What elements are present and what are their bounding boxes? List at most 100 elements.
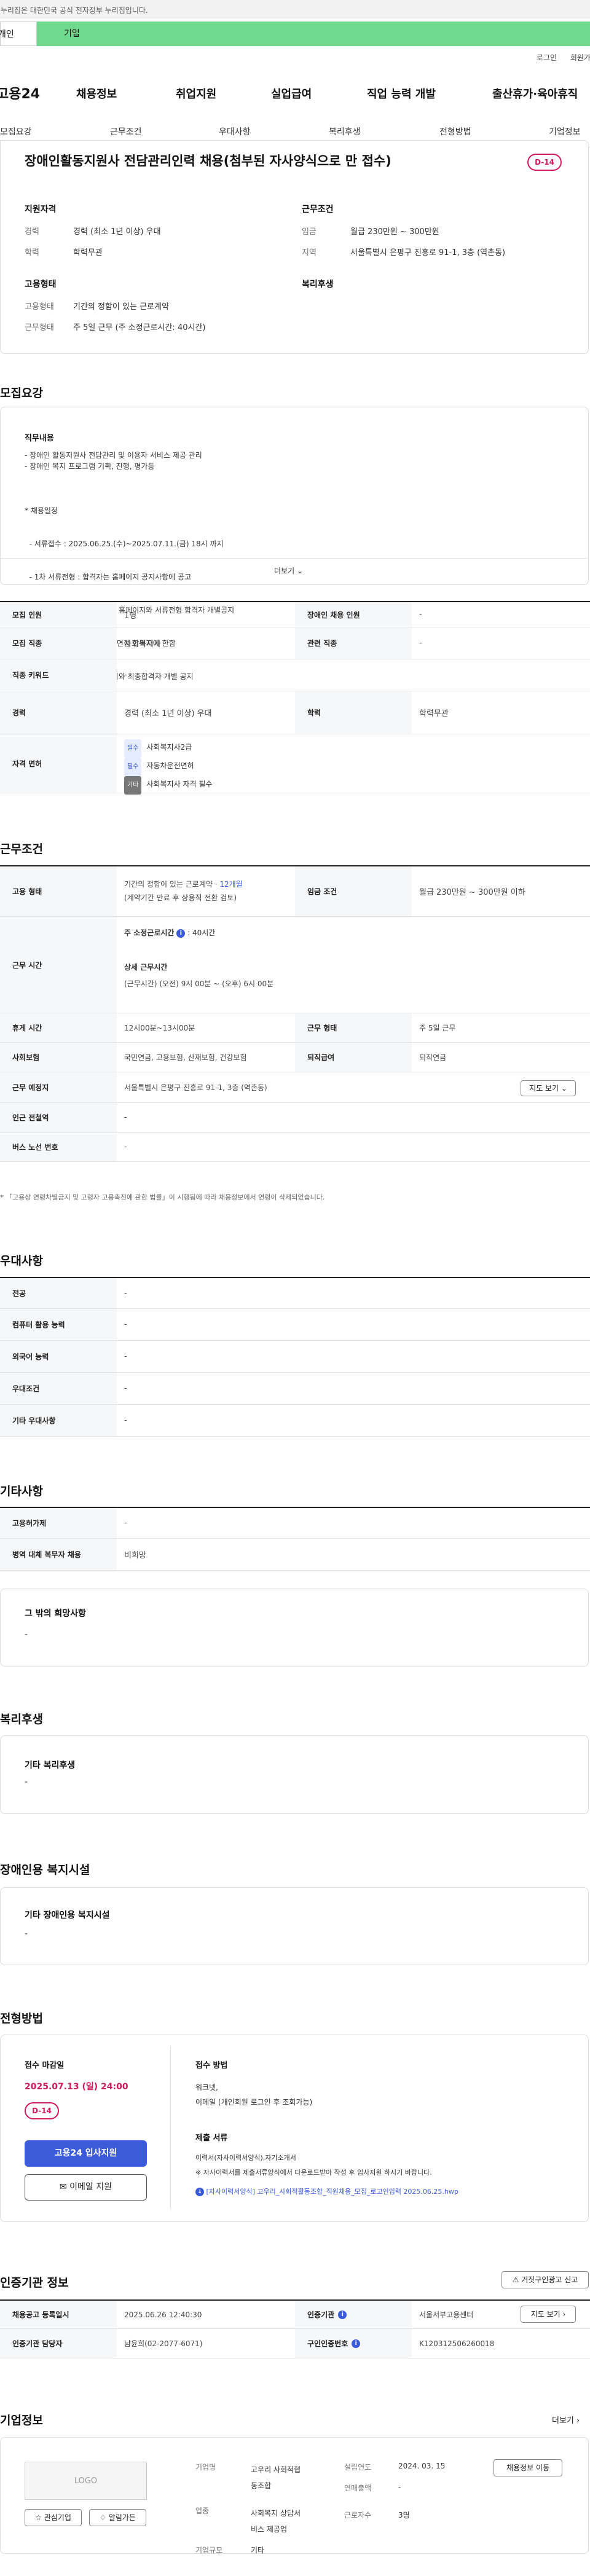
info-icon[interactable]: i [338,2310,347,2319]
snb-recruit[interactable]: 모집요강 [0,125,32,138]
age-note: * 「고용상 연령차별금지 및 고령자 고용촉진에 관한 법률」이 시행됨에 따… [0,1193,325,1201]
site-logo[interactable]: 고용24 [0,83,40,103]
table-row: 버스 노선 번호 - [0,1133,590,1162]
emp-value: 기간의 정함이 있는 근로계약 · 12개월 (계약기간 만료 후 상용직 전환… [124,878,243,905]
gnb-skills[interactable]: 직업 능력 개발 [367,85,436,101]
agency-map-button[interactable]: 지도 보기 › [521,2306,576,2323]
map-button[interactable]: 지도 보기 ⌄ [521,1080,576,1096]
weekly-hours-value: : 40시간 [187,929,216,937]
dday-badge: D-14 [527,154,562,171]
report-button[interactable]: ⚠ 거짓구인광고 신고 [502,2271,589,2288]
gnb-employment-support[interactable]: 취업지원 [176,85,216,101]
snb-welfare[interactable]: 복리후생 [329,125,361,138]
edu-key: 학력 [25,248,39,257]
util-links: 로그인 회원가입 [525,52,590,63]
row-key: 고용허가제 [0,1508,117,1538]
attachment-link[interactable]: ↓ [자사이력서양식] 고우리_사회적활동조합_직원채용_모집_로고인입력 20… [195,2186,458,2196]
welfare-label: 복리후생 [302,280,334,289]
revenue-value: - [398,2483,401,2491]
more-label: 더보기 [274,567,295,575]
hours-detail-title: 상세 근무시간 [124,963,168,972]
row-key: 전공 [0,1278,117,1308]
duty-line: - 장애인 활동지원사 전담관리 및 이용자 서비스 제공 관리 [25,451,202,460]
row-value: - [124,1352,127,1361]
other-wish-box [0,1588,589,1667]
apply-button[interactable]: 고용24 입사지원 [25,2140,147,2167]
hours-detail-value: (근무시간) (오전) 9시 00분 ~ (오후) 6시 00분 [124,980,274,988]
list-item: 기타 사회복지사 자격 필수 [124,776,212,795]
signup-link[interactable]: 회원가입 [570,53,590,62]
row-value: - [124,1289,127,1298]
snb-preference[interactable]: 우대사항 [219,125,251,138]
company-name-key: 기업명 [195,2463,216,2472]
process-line: - 1차 서류전형 : 합격자는 홈페이지 공지사항에 공고 [25,573,192,581]
row-key: 근무 예정지 [0,1072,117,1102]
login-link[interactable]: 로그인 [537,53,557,62]
job-title: 장애인활동지원사 전담관리인력 채용(첨부된 자사양식으로 만 접수) [25,154,391,168]
deadline-value: 2025.07.13 (일) 24:00 [25,2082,128,2092]
table-row: 외국어 능력 - [0,1341,590,1373]
company-more-link[interactable]: 더보기 › [552,2414,580,2425]
map-button-label: 지도 보기 [529,1084,559,1093]
report-label: 거짓구인광고 신고 [521,2276,578,2284]
method-list: 워크넷, 이메일 (개인회원 로그인 후 조회가능) [195,2080,312,2110]
company-more-label: 더보기 [552,2416,574,2425]
chevron-down-icon: ⌄ [296,567,304,575]
row-value: 퇴직연금 [419,1053,447,1062]
more-button[interactable]: 더보기 ⌄ [274,565,303,576]
disability-box-title: 기타 장애인용 복지시설 [25,1910,110,1920]
row-value: 12시00분~13시00분 [124,1024,195,1032]
wage-key: 임금 [302,227,317,237]
method-label: 접수 방법 [195,2061,228,2070]
chevron-right-icon: › [576,2416,580,2425]
row-key: 모집 인원 [0,602,117,627]
row-value: - [419,610,422,619]
snb-conditions[interactable]: 근무조건 [110,125,142,138]
welfare-box-title: 기타 복리후생 [25,1761,76,1770]
row-key: 퇴직급여 [295,1043,412,1072]
interest-button[interactable]: ☆ 관심기업 [25,2509,82,2526]
row-value: 서울특별시 은평구 진흥로 91-1, 3층 (역촌동) [124,1083,267,1092]
alert-button[interactable]: ♢ 알림가든 [89,2509,146,2526]
info-icon[interactable]: i [176,929,186,938]
gnb-unemployment[interactable]: 실업급여 [271,85,312,101]
row-key: 직종 키워드 [0,659,117,691]
company-jobs-button[interactable]: 채용정보 이동 [494,2459,562,2476]
row-key: 컴퓨터 활용 능력 [0,1309,117,1340]
row-key: 임금 조건 [295,866,412,916]
snb-apply[interactable]: 전형방법 [439,125,471,138]
career-value: 경력 (최소 1년 이상) 우대 [73,227,161,237]
emp-months: 12개월 [219,880,243,889]
email-apply-button[interactable]: ✉ 이메일 지원 [25,2174,147,2201]
preference-section-title: 우대사항 [0,1254,43,1268]
tab-company[interactable]: 기업 [37,22,590,46]
table-row: 사회보험 국민연금, 고용보험, 산재보험, 건강보험 퇴직급여 퇴직연금 [0,1043,590,1072]
row-value: 경력 (최소 1년 이상) 우대 [124,709,212,718]
table-row: 인증기관 담당자 남윤희(02-2077-6071) 구인인증번호 i K120… [0,2329,590,2358]
gnb-jobs[interactable]: 채용정보 [76,85,117,101]
snb-company[interactable]: 기업정보 [549,125,581,138]
emp-type-value: 기간의 정함이 있는 근로계약 [73,302,169,312]
industry-value: 사회복지 상담서 비스 제공업 [251,2505,301,2537]
divider [0,558,589,559]
audience-tabs: 개인 기업 [0,22,590,46]
row-key: 버스 노선 번호 [0,1133,117,1161]
process-line: - 서류접수 : 2025.06.25.(수)~2025.07.11.(금) 1… [25,540,224,548]
method-line: 이메일 (개인회원 로그인 후 조회가능) [195,2098,313,2107]
row-key: 인증기관 i [295,2301,412,2328]
row-key: 사회보험 [0,1043,117,1072]
row-key: 관련 직종 [295,627,412,659]
row-value: - [124,1416,127,1425]
row-key: 인증기관 담당자 [0,2329,117,2358]
info-icon[interactable]: i [352,2339,361,2348]
alert-label: 알림가든 [108,2513,136,2522]
bell-icon: ♢ [100,2513,106,2522]
gnb-parental-leave[interactable]: 출산휴가·육아휴직 [492,85,578,101]
tab-individual[interactable]: 개인 [0,22,37,46]
row-value: - [124,670,127,680]
wage-value: 월급 230만원 ~ 300만원 [350,227,439,237]
table-row: 우대조건 - [0,1373,590,1405]
row-value: 국민연금, 고용보험, 산재보험, 건강보험 [124,1053,247,1062]
siren-icon: ⚠ [512,2276,519,2284]
company-logo: LOGO [25,2462,147,2500]
